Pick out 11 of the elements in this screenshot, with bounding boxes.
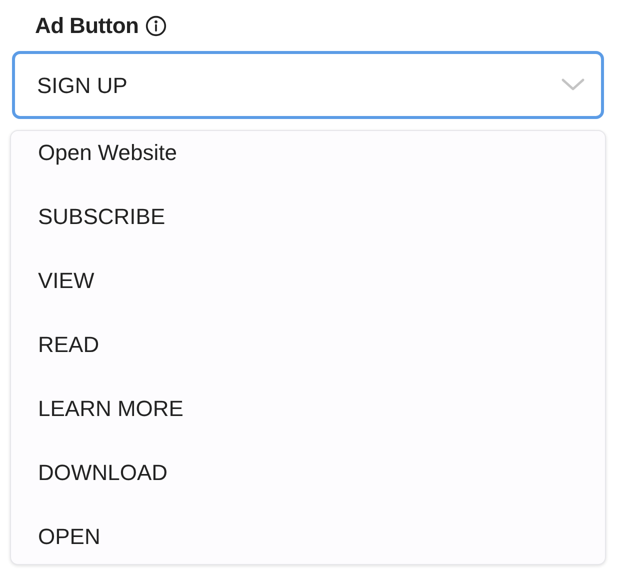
dropdown-option[interactable]: Open Website xyxy=(11,131,605,195)
dropdown-option[interactable]: READ xyxy=(11,323,605,387)
select-field[interactable]: SIGN UP xyxy=(12,51,604,119)
info-icon[interactable] xyxy=(144,15,167,37)
dropdown-option[interactable]: SUBSCRIBE xyxy=(11,195,605,259)
chevron-down-icon xyxy=(561,78,585,92)
dropdown-option[interactable]: LEARN MORE xyxy=(11,387,605,451)
dropdown-option[interactable]: DOWNLOAD xyxy=(11,451,605,515)
dropdown-option[interactable]: OPEN xyxy=(11,515,605,564)
dropdown-option[interactable]: VIEW xyxy=(11,259,605,323)
field-label: Ad Button xyxy=(35,13,139,39)
